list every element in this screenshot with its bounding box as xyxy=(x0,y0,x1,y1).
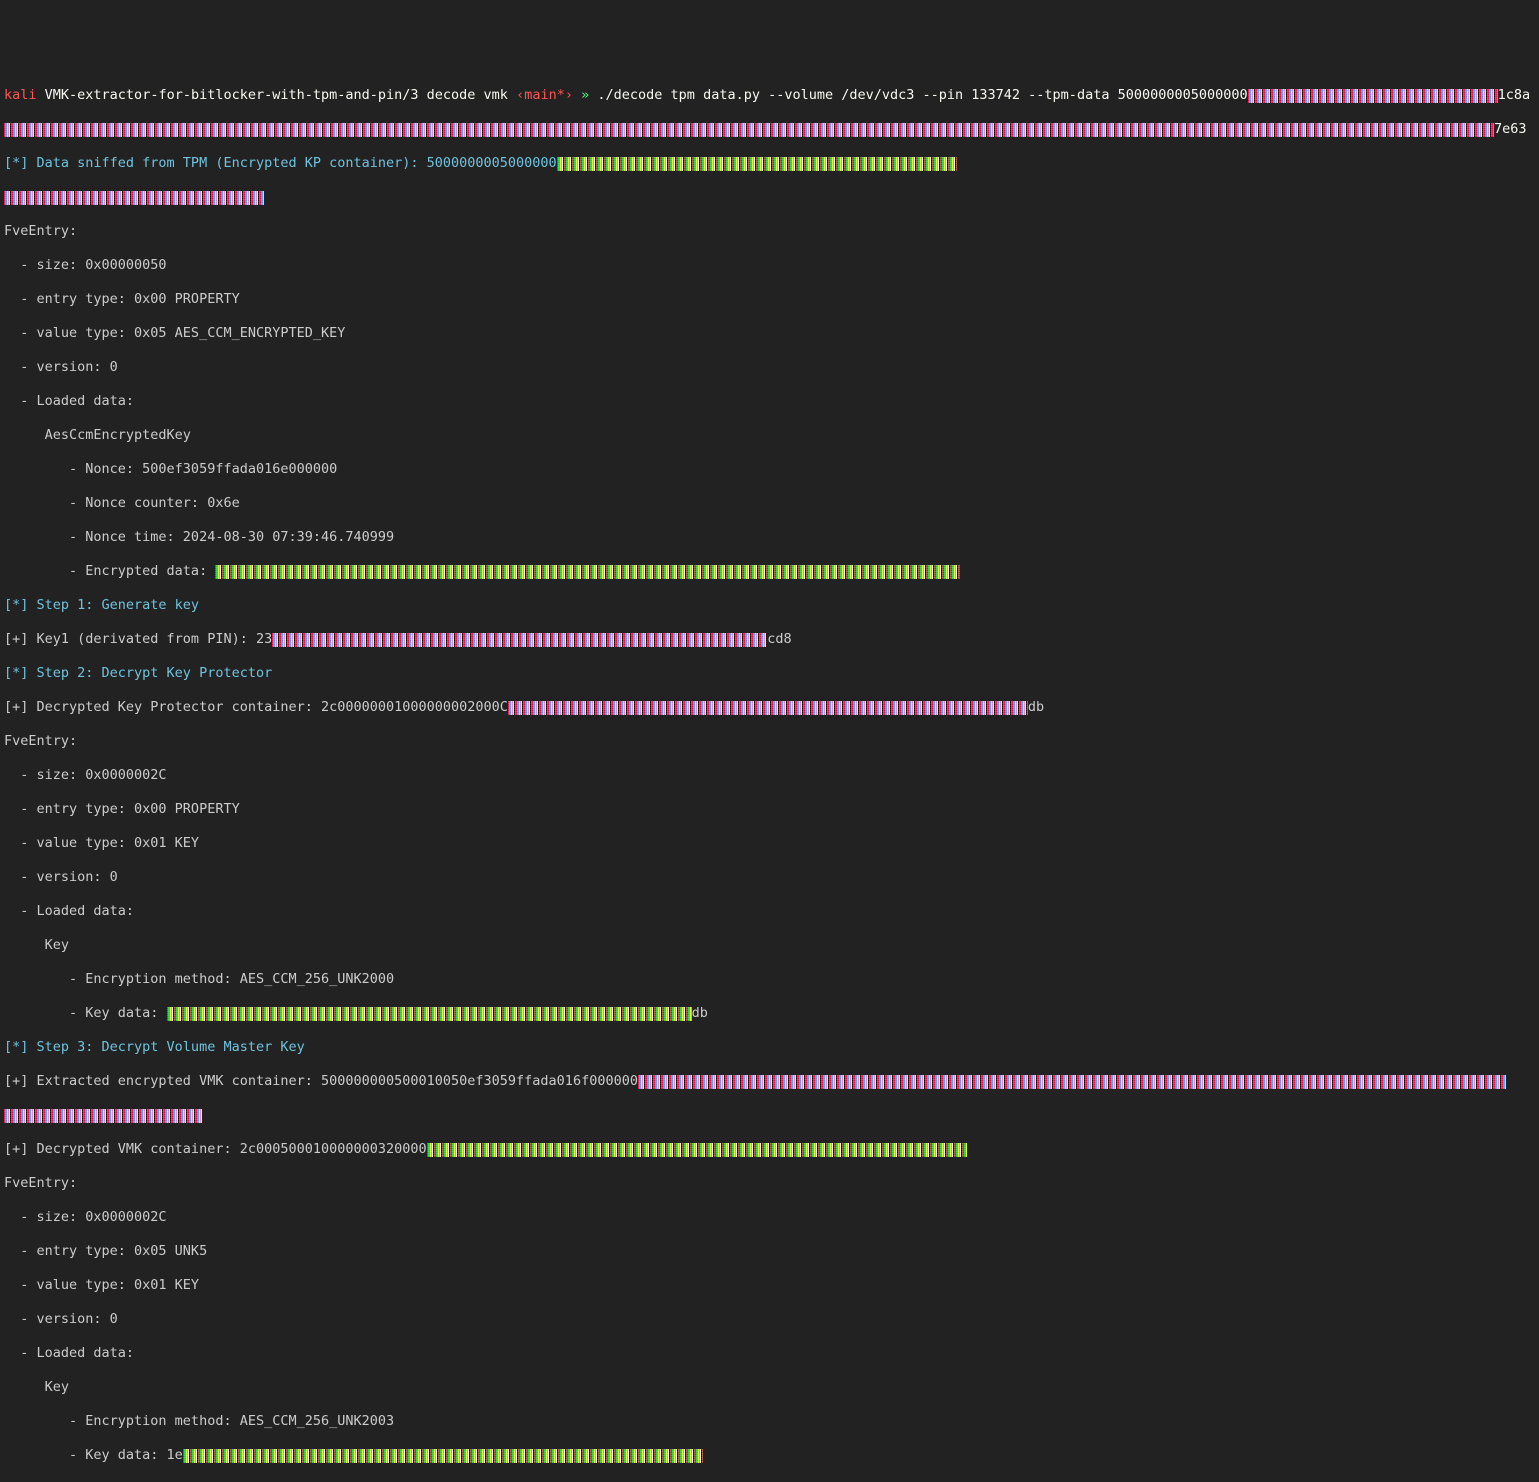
blank-line xyxy=(4,1481,1535,1482)
step-header: [*] Data sniffed from TPM (Encrypted KP … xyxy=(4,155,557,171)
step-header: [*] Step 2: Decrypt Key Protector xyxy=(4,665,272,681)
redacted-icon xyxy=(167,1007,692,1021)
redacted-icon xyxy=(272,633,767,647)
prompt-line[interactable]: kali VMK-extractor-for-bitlocker-with-tp… xyxy=(4,87,1535,104)
redacted-icon xyxy=(508,701,1028,715)
redacted-icon xyxy=(4,123,1494,137)
redacted-icon xyxy=(4,1109,202,1123)
prompt-host: kali xyxy=(4,87,37,103)
redacted-icon xyxy=(4,191,264,205)
fve-entry-header: FveEntry: xyxy=(4,733,1535,750)
step-header: [*] Step 3: Decrypt Volume Master Key xyxy=(4,1039,305,1055)
fve-entry-header: FveEntry: xyxy=(4,1175,1535,1192)
prompt-path: VMK-extractor-for-bitlocker-with-tpm-and… xyxy=(45,87,508,103)
redacted-icon xyxy=(183,1449,703,1463)
redacted-icon xyxy=(1248,89,1498,103)
redacted-icon xyxy=(215,565,960,579)
redacted-icon xyxy=(427,1143,967,1157)
terminal-output[interactable]: kali VMK-extractor-for-bitlocker-with-tp… xyxy=(4,70,1535,1482)
prompt-branch: ‹main*› xyxy=(516,87,573,103)
step-header: [*] Step 1: Generate key xyxy=(4,597,199,613)
redacted-icon xyxy=(557,157,957,171)
tpm-data-tail: 1c8a xyxy=(1498,87,1531,103)
redacted-icon xyxy=(638,1075,1506,1089)
command: ./decode tpm data.py --volume /dev/vdc3 … xyxy=(597,87,1247,103)
fve-entry-header: FveEntry: xyxy=(4,223,1535,240)
